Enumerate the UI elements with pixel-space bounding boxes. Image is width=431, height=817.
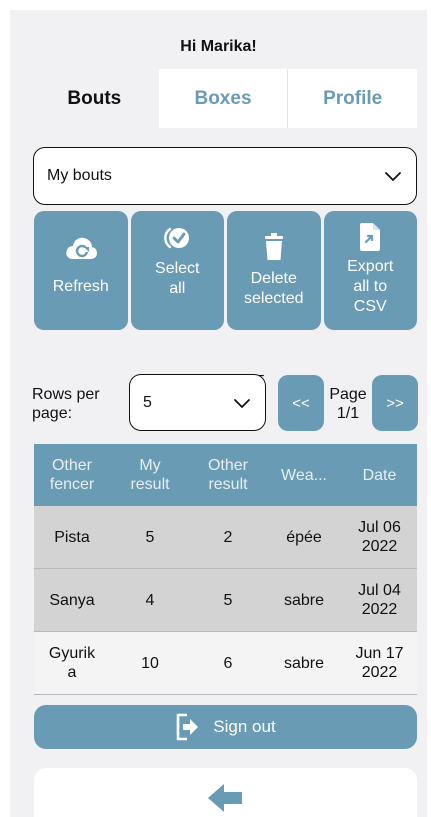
sign-out-icon (176, 713, 199, 741)
select-all-button[interactable]: Select all (130, 211, 224, 330)
cell-date: Jun 17 2022 (355, 645, 404, 681)
back-button[interactable] (34, 768, 417, 817)
arrow-left-icon (207, 784, 242, 812)
cell-other-result: 2 (223, 528, 233, 546)
cell-my-result: 10 (141, 654, 159, 672)
delete-selected-button[interactable]: Delete selected (227, 211, 321, 330)
header-my-result[interactable]: My result (110, 456, 190, 494)
cell-weapon: épée (286, 528, 322, 546)
check-circle-icon (164, 227, 190, 249)
table-row[interactable]: Sanya 4 5 sabre Jul 04 2022 (34, 569, 417, 632)
tab-bouts[interactable]: Bouts (30, 69, 159, 128)
cell-other-result: 6 (223, 654, 233, 672)
app-screen: Hi Marika! Bouts Boxes Profile My bouts … (10, 10, 427, 817)
header-other-fencer[interactable]: Other fencer (34, 456, 110, 494)
file-export-icon (360, 223, 381, 251)
trash-icon (264, 233, 283, 260)
cell-other-fencer: Sanya (49, 591, 95, 609)
table-row[interactable]: Pista 5 2 épée Jul 06 2022 (34, 506, 417, 569)
cell-weapon: sabre (283, 591, 325, 609)
tab-boxes[interactable]: Boxes (158, 69, 289, 128)
bouts-table: Other fencer My result Other result Wea.… (34, 444, 417, 695)
export-csv-button[interactable]: Export all to CSV (323, 211, 417, 330)
header-weapon[interactable]: Wea... (266, 466, 342, 485)
next-page-button[interactable]: >> (372, 375, 418, 431)
cell-other-fencer: Gyurik a (48, 645, 96, 681)
cell-other-result: 5 (223, 591, 233, 609)
bouts-filter-dropdown[interactable]: My bouts (33, 147, 417, 205)
page-info: Page 1/1 (329, 386, 367, 422)
cell-date: Jul 06 2022 (358, 519, 401, 555)
rows-per-page-label: Rows per page: (32, 386, 100, 422)
header-date[interactable]: Date (342, 466, 417, 485)
tab-profile[interactable]: Profile (288, 69, 418, 128)
bouts-filter-value: My bouts (47, 167, 112, 184)
chevron-down-icon (385, 172, 401, 181)
rows-per-page-value: 5 (143, 393, 152, 411)
action-buttons: Refresh Select all Delete selected Expor… (34, 211, 417, 330)
greeting-title: Hi Marika! (180, 38, 257, 55)
cell-other-fencer: Pista (54, 528, 90, 546)
refresh-label: Refresh (52, 278, 109, 295)
chevron-down-icon (234, 398, 250, 408)
table-row[interactable]: Gyurik a 10 6 sabre Jun 17 2022 (34, 632, 417, 695)
prev-page-button[interactable]: << (278, 375, 324, 431)
cloud-refresh-icon (66, 237, 97, 259)
table-header: Other fencer My result Other result Wea.… (34, 444, 417, 506)
export-csv-label: Export all to CSV (347, 258, 394, 315)
header-other-result[interactable]: Other result (190, 456, 266, 494)
cell-date: Jul 04 2022 (358, 582, 401, 618)
cell-weapon: sabre (283, 654, 325, 672)
cell-my-result: 5 (145, 528, 155, 546)
refresh-button[interactable]: Refresh (34, 211, 128, 330)
delete-selected-label: Delete selected (243, 270, 304, 307)
sign-out-button[interactable]: Sign out (34, 705, 417, 749)
rows-per-page-select[interactable]: 5 (129, 374, 266, 431)
cell-my-result: 4 (145, 591, 155, 609)
tab-bar: Bouts Boxes Profile (30, 69, 418, 128)
select-all-label: Select all (155, 260, 200, 297)
sign-out-label: Sign out (213, 717, 276, 736)
